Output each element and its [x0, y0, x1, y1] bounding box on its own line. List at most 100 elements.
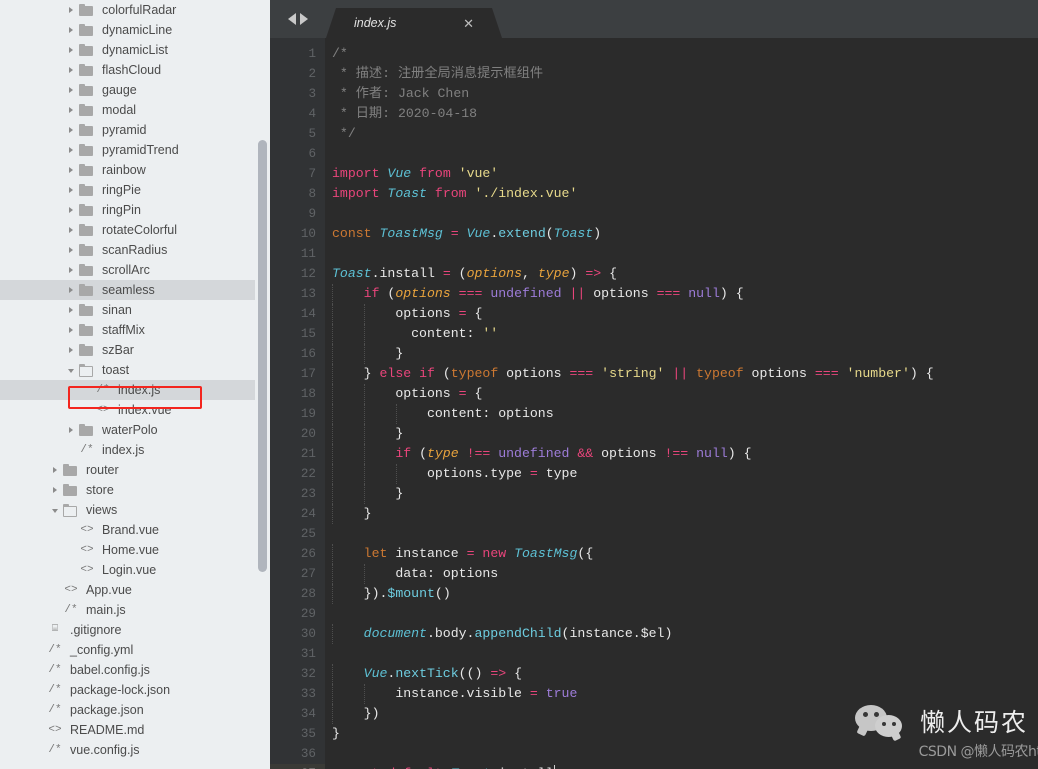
chevron-closed-icon[interactable]: [66, 25, 77, 36]
file-tree-item[interactable]: toast: [0, 360, 255, 380]
chevron-closed-icon[interactable]: [66, 225, 77, 236]
file-tree-item[interactable]: /* babel.config.js: [0, 660, 255, 680]
chevron-closed-icon[interactable]: [66, 285, 77, 296]
chevron-closed-icon[interactable]: [66, 165, 77, 176]
code-line[interactable]: 27 data: options: [270, 564, 1038, 584]
file-tree-item[interactable]: pyramidTrend: [0, 140, 255, 160]
file-tree-item[interactable]: /* _config.yml: [0, 640, 255, 660]
code-line[interactable]: 17 } else if (typeof options === 'string…: [270, 364, 1038, 384]
code-line[interactable]: 19 content: options: [270, 404, 1038, 424]
code-line[interactable]: 4 * 日期: 2020-04-18: [270, 104, 1038, 124]
chevron-closed-icon[interactable]: [66, 65, 77, 76]
chevron-closed-icon[interactable]: [66, 105, 77, 116]
file-tree-item[interactable]: rotateColorful: [0, 220, 255, 240]
chevron-closed-icon[interactable]: [66, 205, 77, 216]
code-line[interactable]: 28 }).$mount(): [270, 584, 1038, 604]
code-line[interactable]: 9: [270, 204, 1038, 224]
code-line[interactable]: 22 options.type = type: [270, 464, 1038, 484]
file-tree-item[interactable]: <> Login.vue: [0, 560, 255, 580]
code-line[interactable]: 6: [270, 144, 1038, 164]
chevron-open-icon[interactable]: [50, 505, 61, 516]
chevron-closed-icon[interactable]: [66, 425, 77, 436]
tab-index-js[interactable]: index.js ✕: [326, 8, 502, 38]
file-tree-item[interactable]: rainbow: [0, 160, 255, 180]
code-line[interactable]: 15 content: '': [270, 324, 1038, 344]
file-tree-item[interactable]: <> README.md: [0, 720, 255, 740]
file-tree-item[interactable]: router: [0, 460, 255, 480]
file-tree-item[interactable]: <> index.vue: [0, 400, 255, 420]
chevron-closed-icon[interactable]: [66, 45, 77, 56]
file-tree-item[interactable]: ringPie: [0, 180, 255, 200]
code-line[interactable]: 21 if (type !== undefined && options !==…: [270, 444, 1038, 464]
code-line[interactable]: 26 let instance = new ToastMsg({: [270, 544, 1038, 564]
code-line[interactable]: 7 import Vue from 'vue': [270, 164, 1038, 184]
file-tree-item[interactable]: scanRadius: [0, 240, 255, 260]
code-line[interactable]: 12 Toast.install = (options, type) => {: [270, 264, 1038, 284]
code-line[interactable]: 8 import Toast from './index.vue': [270, 184, 1038, 204]
code-line[interactable]: 5 */: [270, 124, 1038, 144]
code-line[interactable]: 37 export default Toast.install: [270, 764, 1038, 769]
file-tree-item[interactable]: /* vue.config.js: [0, 740, 255, 760]
file-tree-item[interactable]: <> App.vue: [0, 580, 255, 600]
file-tree-item[interactable]: /* index.js: [0, 380, 255, 400]
tab-nav-arrows[interactable]: [270, 0, 326, 38]
chevron-closed-icon[interactable]: [66, 305, 77, 316]
code-line[interactable]: 30 document.body.appendChild(instance.$e…: [270, 624, 1038, 644]
code-line[interactable]: 14 options = {: [270, 304, 1038, 324]
code-line[interactable]: 20 }: [270, 424, 1038, 444]
code-area[interactable]: 1/* 2 * 描述: 注册全局消息提示框组件 3 * 作者: Jack Chen 4…: [270, 38, 1038, 769]
file-tree-item[interactable]: sinan: [0, 300, 255, 320]
chevron-closed-icon[interactable]: [50, 465, 61, 476]
chevron-closed-icon[interactable]: [66, 145, 77, 156]
file-tree-item[interactable]: ringPin: [0, 200, 255, 220]
file-tree-item[interactable]: <> Brand.vue: [0, 520, 255, 540]
close-icon[interactable]: ✕: [463, 17, 474, 30]
file-tree-scrollbar[interactable]: [258, 140, 267, 572]
file-tree-item[interactable]: staffMix: [0, 320, 255, 340]
nav-back-icon[interactable]: [288, 13, 296, 25]
code-line[interactable]: 11: [270, 244, 1038, 264]
code-line[interactable]: 35}: [270, 724, 1038, 744]
code-line[interactable]: 3 * 作者: Jack Chen: [270, 84, 1038, 104]
file-tree[interactable]: colorfulRadar dynamicLine dynamicList flash…: [0, 0, 255, 760]
code-line[interactable]: 16 }: [270, 344, 1038, 364]
code-line[interactable]: 13 if (options === undefined || options …: [270, 284, 1038, 304]
code-line[interactable]: 24 }: [270, 504, 1038, 524]
chevron-closed-icon[interactable]: [66, 345, 77, 356]
chevron-closed-icon[interactable]: [66, 85, 77, 96]
code-line[interactable]: 18 options = {: [270, 384, 1038, 404]
file-tree-item[interactable]: <> Home.vue: [0, 540, 255, 560]
file-tree-item[interactable]: pyramid: [0, 120, 255, 140]
chevron-closed-icon[interactable]: [66, 185, 77, 196]
code-line[interactable]: 31: [270, 644, 1038, 664]
chevron-open-icon[interactable]: [66, 365, 77, 376]
nav-forward-icon[interactable]: [300, 13, 308, 25]
file-tree-item[interactable]: scrollArc: [0, 260, 255, 280]
file-tree-item[interactable]: /* package.json: [0, 700, 255, 720]
chevron-closed-icon[interactable]: [66, 325, 77, 336]
code-line[interactable]: 10 const ToastMsg = Vue.extend(Toast): [270, 224, 1038, 244]
file-tree-item[interactable]: /* index.js: [0, 440, 255, 460]
file-tree-item[interactable]: waterPolo: [0, 420, 255, 440]
code-lines[interactable]: 1/* 2 * 描述: 注册全局消息提示框组件 3 * 作者: Jack Chen 4…: [270, 44, 1038, 769]
file-tree-item[interactable]: modal: [0, 100, 255, 120]
file-tree-item[interactable]: views: [0, 500, 255, 520]
code-line[interactable]: 23 }: [270, 484, 1038, 504]
file-tree-item[interactable]: dynamicLine: [0, 20, 255, 40]
code-line[interactable]: 1 /*: [270, 44, 1038, 64]
code-line[interactable]: 34 }): [270, 704, 1038, 724]
file-tree-item[interactable]: dynamicList: [0, 40, 255, 60]
chevron-closed-icon[interactable]: [66, 125, 77, 136]
code-line[interactable]: 25: [270, 524, 1038, 544]
chevron-closed-icon[interactable]: [66, 245, 77, 256]
code-line[interactable]: 33 instance.visible = true: [270, 684, 1038, 704]
file-tree-item[interactable]: seamless: [0, 280, 255, 300]
file-tree-item[interactable]: colorfulRadar: [0, 0, 255, 20]
file-tree-item[interactable]: gauge: [0, 80, 255, 100]
file-tree-item[interactable]: /* main.js: [0, 600, 255, 620]
code-line[interactable]: 2 * 描述: 注册全局消息提示框组件: [270, 64, 1038, 84]
chevron-closed-icon[interactable]: [50, 485, 61, 496]
chevron-closed-icon[interactable]: [66, 5, 77, 16]
chevron-closed-icon[interactable]: [66, 265, 77, 276]
code-line[interactable]: 29: [270, 604, 1038, 624]
